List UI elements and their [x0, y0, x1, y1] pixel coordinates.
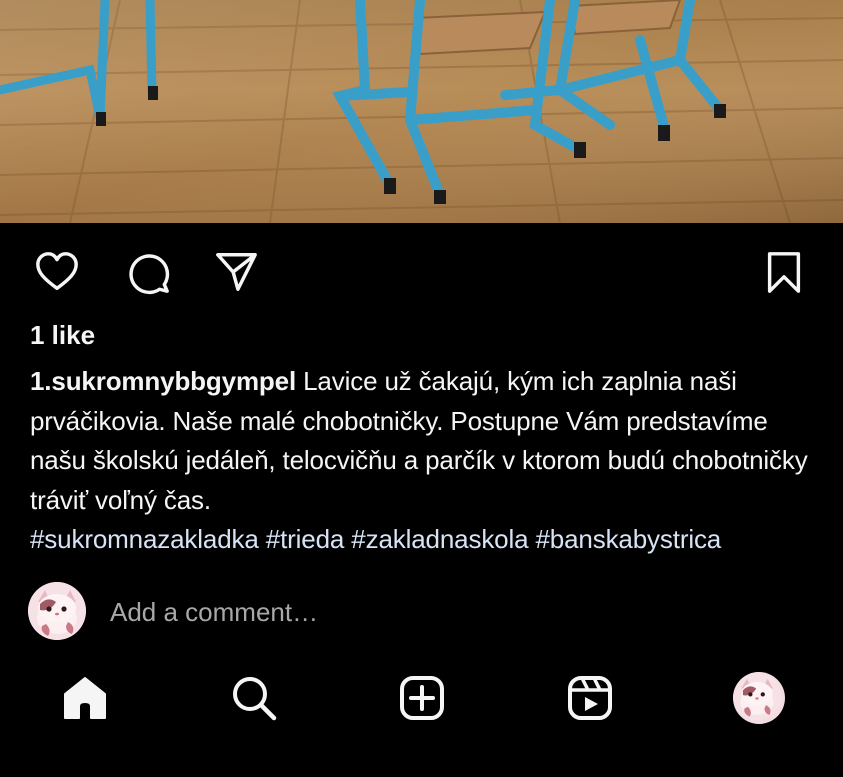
like-button[interactable]	[31, 246, 83, 298]
nav-home[interactable]	[57, 670, 113, 726]
home-icon	[64, 677, 106, 719]
nav-reels[interactable]	[562, 670, 618, 726]
profile-avatar	[733, 672, 785, 724]
add-comment-row	[28, 582, 818, 642]
search-icon	[233, 677, 277, 721]
bottom-navigation	[0, 662, 843, 732]
likes-count[interactable]: 1 like	[30, 320, 95, 351]
plus-square-icon	[400, 676, 444, 720]
save-button[interactable]	[758, 246, 810, 298]
nav-profile[interactable]	[731, 670, 787, 726]
comment-input[interactable]	[108, 592, 712, 632]
comment-button[interactable]	[122, 246, 174, 298]
share-button[interactable]	[210, 246, 262, 298]
classroom-chairs-image	[0, 0, 843, 223]
reels-icon	[568, 676, 612, 720]
user-avatar[interactable]	[28, 582, 86, 640]
comment-bubble-icon	[129, 254, 170, 295]
caption-hashtags[interactable]: #sukromnazakladka #trieda #zakladnaskola…	[30, 524, 721, 554]
bookmark-icon	[767, 252, 801, 293]
post-photo[interactable]	[0, 0, 843, 223]
post-actions-bar	[0, 240, 843, 302]
cat-avatar-icon	[733, 672, 781, 720]
cat-avatar-icon	[28, 582, 86, 640]
paper-plane-icon	[216, 253, 257, 291]
nav-create[interactable]	[394, 670, 450, 726]
heart-icon	[36, 252, 78, 291]
post-caption: 1.sukromnybbgympel Lavice už čakajú, kým…	[30, 362, 830, 560]
nav-search[interactable]	[226, 670, 282, 726]
caption-username[interactable]: 1.sukromnybbgympel	[30, 366, 296, 396]
